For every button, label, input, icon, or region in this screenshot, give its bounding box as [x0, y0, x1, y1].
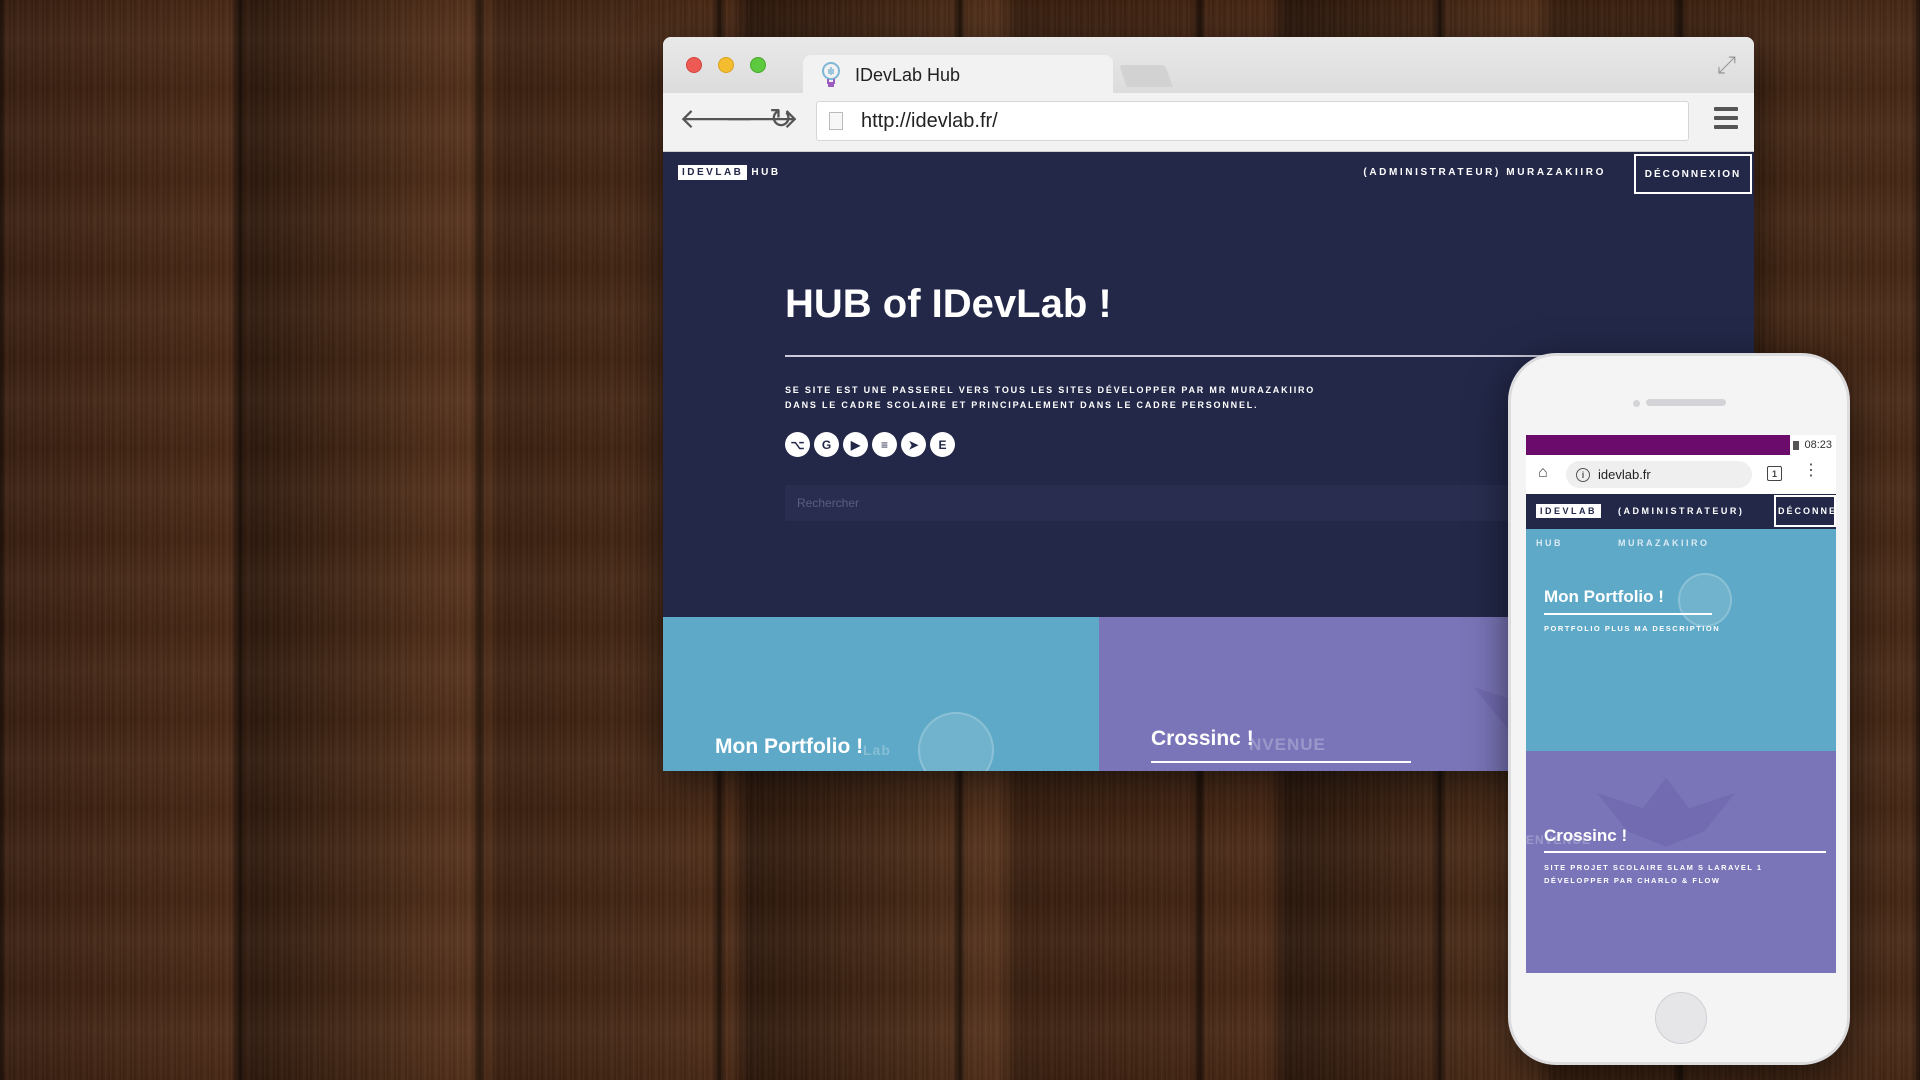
hamburger-menu-icon[interactable] [1714, 107, 1738, 134]
portfolio-emblem-icon [1678, 573, 1732, 627]
mobile-logo-hub: HUB [1536, 538, 1563, 548]
site-navbar: IDEVLAB HUB (ADMINISTRATEUR) MURAZAKIIRO… [663, 152, 1754, 194]
card-ghost-text: Lab [863, 742, 891, 758]
stack-icon[interactable]: ≡ [872, 432, 897, 457]
hero-description-line: DANS LE CADRE SCOLAIRE ET PRINCIPALEMENT… [785, 400, 1259, 410]
mobile-card-description: SITE PROJET SCOLAIRE SLAM S LARAVEL 1 DÉ… [1544, 861, 1763, 887]
google-icon[interactable]: G [814, 432, 839, 457]
url-text: http://idevlab.fr/ [861, 109, 998, 132]
mobile-user-role[interactable]: (ADMINISTRATEUR) [1618, 506, 1744, 516]
mobile-website-viewport: IDEVLAB (ADMINISTRATEUR) DÉCONNEXION HUB… [1526, 494, 1836, 973]
logo-box: IDEVLAB [678, 165, 748, 180]
project-card-portfolio[interactable]: Lab Mon Portfolio ! [663, 617, 1099, 771]
search-input[interactable] [785, 485, 1545, 521]
mobile-logout-button[interactable]: DÉCONNEXION [1774, 495, 1836, 527]
fullscreen-icon[interactable]: ⤢ [1717, 52, 1736, 80]
card-underline [1151, 761, 1411, 763]
mobile-project-card-crossinc[interactable]: ENVENUE Crossinc ! SITE PROJET SCOLAIRE … [1526, 751, 1836, 973]
mobile-browser-toolbar: ⌂ i idevlab.fr 1 ⋮ [1526, 457, 1836, 491]
tab-title: IDevLab Hub [855, 64, 961, 85]
title-bar: IDevLab Hub ⤢ [663, 37, 1754, 95]
card-title: Mon Portfolio ! [715, 735, 864, 758]
phone-camera [1633, 400, 1640, 407]
lightbulb-icon [822, 62, 840, 87]
mobile-address-bar[interactable]: i idevlab.fr [1566, 461, 1752, 488]
close-window-button[interactable] [686, 57, 702, 73]
youtube-icon[interactable]: ▶ [843, 432, 868, 457]
reload-icon[interactable]: ↻ [769, 105, 792, 133]
hero-divider [785, 355, 1545, 357]
portfolio-emblem-icon [918, 712, 994, 771]
mobile-logo-box[interactable]: IDEVLAB [1536, 504, 1602, 518]
status-time: 08:23 [1804, 439, 1832, 451]
mobile-card-description-line: SITE PROJET SCOLAIRE SLAM S LARAVEL 1 [1544, 863, 1763, 872]
mobile-card-title: Crossinc ! [1544, 826, 1628, 845]
user-label[interactable]: (ADMINISTRATEUR) MURAZAKIIRO [1363, 167, 1606, 178]
phone-speaker [1646, 399, 1726, 406]
dragon-emblem-icon [1596, 777, 1736, 847]
social-links: ⌥ G ▶ ≡ ➤ E [785, 432, 955, 457]
browser-toolbar: 🡐 🡒 ↻ http://idevlab.fr/ [663, 93, 1754, 152]
address-bar[interactable]: http://idevlab.fr/ [816, 101, 1689, 141]
page-icon [829, 112, 843, 130]
phone-screen: 08:23 ⌂ i idevlab.fr 1 ⋮ IDEVLAB (ADMINI… [1526, 435, 1836, 973]
home-icon[interactable]: ⌂ [1538, 464, 1548, 482]
browser-tab[interactable]: IDevLab Hub [803, 55, 1113, 95]
hero-description-line: SE SITE EST UNE PASSEREL VERS TOUS LES S… [785, 385, 1316, 395]
minimize-window-button[interactable] [718, 57, 734, 73]
mobile-card-description-line: DÉVELOPPER PAR CHARLO & FLOW [1544, 876, 1721, 885]
mobile-card-description: PORTFOLIO PLUS MA DESCRIPTION [1544, 622, 1720, 635]
github-icon[interactable]: ⌥ [785, 432, 810, 457]
site-logo[interactable]: IDEVLAB HUB [678, 165, 781, 180]
maximize-window-button[interactable] [750, 57, 766, 73]
more-vertical-icon[interactable]: ⋮ [1803, 463, 1819, 479]
battery-icon [1793, 441, 1799, 450]
phone-status-bar: 08:23 [1526, 435, 1836, 455]
etsy-icon[interactable]: E [930, 432, 955, 457]
mobile-card-description-line: PORTFOLIO PLUS MA DESCRIPTION [1544, 624, 1721, 633]
mobile-card-title: Mon Portfolio ! [1544, 587, 1664, 606]
hero-description: SE SITE EST UNE PASSEREL VERS TOUS LES S… [785, 383, 1385, 413]
telegram-icon[interactable]: ➤ [901, 432, 926, 457]
logo-hub: HUB [751, 167, 781, 178]
info-icon[interactable]: i [1576, 467, 1590, 482]
card-ghost-text: NVENUE [1249, 735, 1326, 754]
hero-title: HUB of IDevLab ! [785, 282, 1112, 326]
mobile-user-name: MURAZAKIIRO [1618, 538, 1710, 548]
tab-count-button[interactable]: 1 [1767, 466, 1782, 481]
mobile-card-underline [1544, 851, 1826, 853]
logout-button[interactable]: DÉCONNEXION [1634, 154, 1752, 194]
phone-home-button[interactable] [1655, 992, 1707, 1044]
mobile-url-text: idevlab.fr [1598, 467, 1651, 482]
status-bar-fill [1526, 435, 1790, 455]
mobile-project-card-portfolio[interactable]: HUB MURAZAKIIRO Mon Portfolio ! PORTFOLI… [1526, 529, 1836, 751]
mobile-card-underline [1544, 613, 1712, 615]
new-tab-button[interactable] [1118, 65, 1174, 87]
card-title: Crossinc ! [1151, 727, 1254, 750]
phone-device: 08:23 ⌂ i idevlab.fr 1 ⋮ IDEVLAB (ADMINI… [1508, 353, 1850, 1065]
